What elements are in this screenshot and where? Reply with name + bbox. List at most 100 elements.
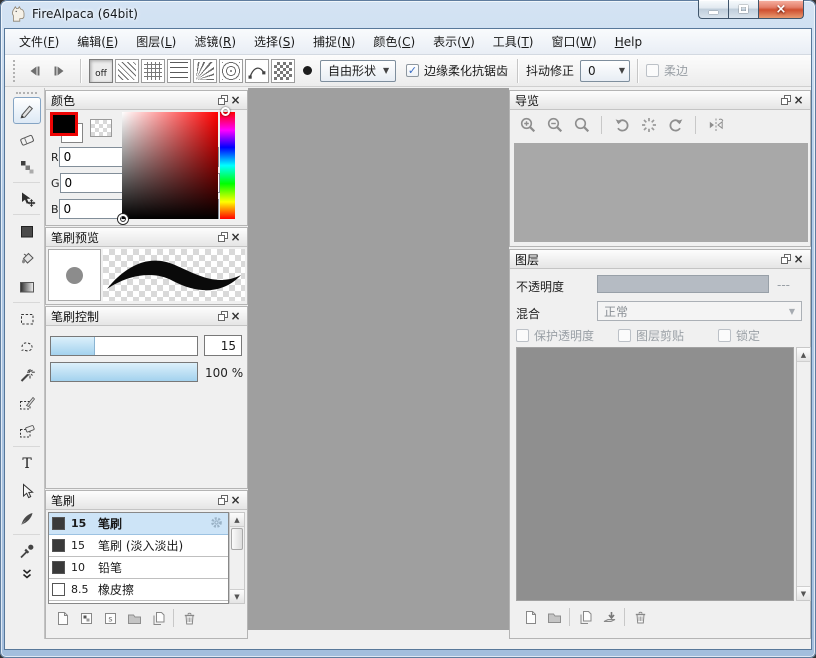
sv-indicator[interactable] <box>118 214 128 224</box>
layer-opacity-slider[interactable] <box>597 275 769 293</box>
duplicate-layer-button[interactable] <box>573 607 597 627</box>
new-script-brush-button[interactable]: s <box>98 608 122 628</box>
tool-magic-wand[interactable] <box>13 361 41 388</box>
tool-select-rect[interactable] <box>13 305 41 332</box>
menu-item[interactable]: 窗口(W) <box>542 29 605 54</box>
brush-pattern-hatch-button[interactable] <box>115 59 139 83</box>
layer-option-checkbox[interactable]: ✓ <box>718 329 731 342</box>
hue-slider[interactable] <box>220 112 235 219</box>
new-brush-button[interactable] <box>50 608 74 628</box>
float-panel-icon[interactable] <box>216 94 229 107</box>
zoom-in-button[interactable] <box>514 113 541 137</box>
hue-indicator[interactable] <box>221 107 230 116</box>
tool-text[interactable]: T <box>13 449 41 476</box>
tool-shape-brush[interactable] <box>13 217 41 244</box>
transparent-color-swatch[interactable] <box>90 119 112 137</box>
menu-item[interactable]: 颜色(C) <box>364 29 424 54</box>
close-panel-icon[interactable]: × <box>229 494 242 507</box>
brush-pattern-circles-button[interactable] <box>219 59 243 83</box>
prev-canvas-button[interactable] <box>21 58 47 84</box>
brush-list-item[interactable]: 15 笔刷 <box>49 513 228 535</box>
brush-pattern-mesh-button[interactable] <box>141 59 165 83</box>
tool-select-pen[interactable] <box>13 389 41 416</box>
antialias-checkbox[interactable]: ✓ <box>406 64 419 77</box>
close-panel-icon[interactable]: × <box>229 94 242 107</box>
tool-pencil[interactable] <box>13 97 41 124</box>
tool-gradient[interactable] <box>13 273 41 300</box>
menu-item[interactable]: 编辑(E) <box>68 29 127 54</box>
scrollbar-thumb[interactable] <box>231 528 243 550</box>
close-panel-icon[interactable]: × <box>229 310 242 323</box>
tool-dither[interactable] <box>13 153 41 180</box>
brush-list-item[interactable]: 10 铅笔 <box>49 557 228 579</box>
menu-item[interactable]: 文件(F) <box>10 29 68 54</box>
menu-item[interactable]: 图层(L) <box>127 29 185 54</box>
menu-item[interactable]: Help <box>606 29 651 54</box>
brush-pattern-curve-button[interactable] <box>245 59 269 83</box>
flip-horizontal-button[interactable] <box>702 113 729 137</box>
rotate-reset-button[interactable] <box>635 113 662 137</box>
brush-size-value[interactable]: 15 <box>204 335 242 356</box>
titlebar[interactable]: FireAlpaca (64bit) × <box>0 0 816 28</box>
delete-brush-button[interactable] <box>177 608 201 628</box>
brush-pattern-halftone-button[interactable] <box>271 59 295 83</box>
rotate-cw-button[interactable] <box>662 113 689 137</box>
merge-down-button[interactable] <box>597 607 621 627</box>
brush-control-titlebar[interactable]: 笔刷控制 × <box>46 307 247 326</box>
brush-folder-button[interactable] <box>122 608 146 628</box>
tool-eyedropper[interactable] <box>13 537 41 564</box>
canvas[interactable] <box>248 88 509 630</box>
maximize-button[interactable] <box>729 0 758 19</box>
layer-panel-titlebar[interactable]: 图层 × <box>510 250 810 269</box>
more-tools-button[interactable] <box>13 565 41 583</box>
delete-layer-button[interactable] <box>628 607 652 627</box>
gear-icon[interactable] <box>210 516 223 532</box>
layer-option-checkbox[interactable]: ✓ <box>618 329 631 342</box>
scroll-down-icon[interactable]: ▼ <box>797 586 810 600</box>
float-panel-icon[interactable] <box>216 494 229 507</box>
toolbar-grip[interactable] <box>13 60 15 82</box>
brush-list-item[interactable]: 17 水彩笔 <box>49 601 228 604</box>
tool-operation[interactable] <box>13 477 41 504</box>
float-panel-icon[interactable] <box>779 253 792 266</box>
scroll-down-icon[interactable]: ▼ <box>230 589 244 603</box>
float-panel-icon[interactable] <box>779 94 792 107</box>
float-panel-icon[interactable] <box>216 231 229 244</box>
tool-pen[interactable] <box>13 505 41 532</box>
saturation-value-picker[interactable] <box>122 112 218 219</box>
brush-preview-titlebar[interactable]: 笔刷预览 × <box>46 228 247 247</box>
brush-size-slider[interactable] <box>50 336 198 356</box>
brush-list-item[interactable]: 8.5 橡皮擦 <box>49 579 228 601</box>
brush-opacity-slider[interactable] <box>50 362 198 382</box>
float-panel-icon[interactable] <box>216 310 229 323</box>
color-panel-titlebar[interactable]: 颜色 × <box>46 91 247 110</box>
menu-item[interactable]: 滤镜(R) <box>185 29 245 54</box>
navigator-preview[interactable] <box>514 143 808 242</box>
new-folder-button[interactable] <box>542 607 566 627</box>
tool-eraser[interactable] <box>13 125 41 152</box>
new-bitmap-brush-button[interactable] <box>74 608 98 628</box>
duplicate-brush-button[interactable] <box>146 608 170 628</box>
shape-select[interactable]: 自由形状 ▼ <box>320 60 396 82</box>
close-panel-icon[interactable]: × <box>792 94 805 107</box>
close-panel-icon[interactable]: × <box>229 231 242 244</box>
tool-move[interactable] <box>13 185 41 212</box>
foreground-color-swatch[interactable] <box>50 112 78 136</box>
brush-pattern-rays-button[interactable] <box>193 59 217 83</box>
brush-pattern-off-button[interactable]: off <box>89 59 113 83</box>
stabilizer-select[interactable]: 0 ▼ <box>580 60 630 82</box>
scroll-up-icon[interactable]: ▲ <box>230 513 244 527</box>
blend-mode-select[interactable]: 正常 ▼ <box>597 301 802 321</box>
layer-list[interactable] <box>516 347 794 601</box>
close-panel-icon[interactable]: × <box>792 253 805 266</box>
zoom-out-button[interactable] <box>541 113 568 137</box>
zoom-reset-button[interactable] <box>568 113 595 137</box>
menu-item[interactable]: 捕捉(N) <box>304 29 364 54</box>
softedge-checkbox[interactable]: ✓ <box>646 64 659 77</box>
scroll-up-icon[interactable]: ▲ <box>797 348 810 362</box>
tool-bucket[interactable] <box>13 245 41 272</box>
tool-select-eraser[interactable] <box>13 417 41 444</box>
new-layer-button[interactable] <box>518 607 542 627</box>
minimize-button[interactable] <box>698 0 729 19</box>
layer-option-checkbox[interactable]: ✓ <box>516 329 529 342</box>
